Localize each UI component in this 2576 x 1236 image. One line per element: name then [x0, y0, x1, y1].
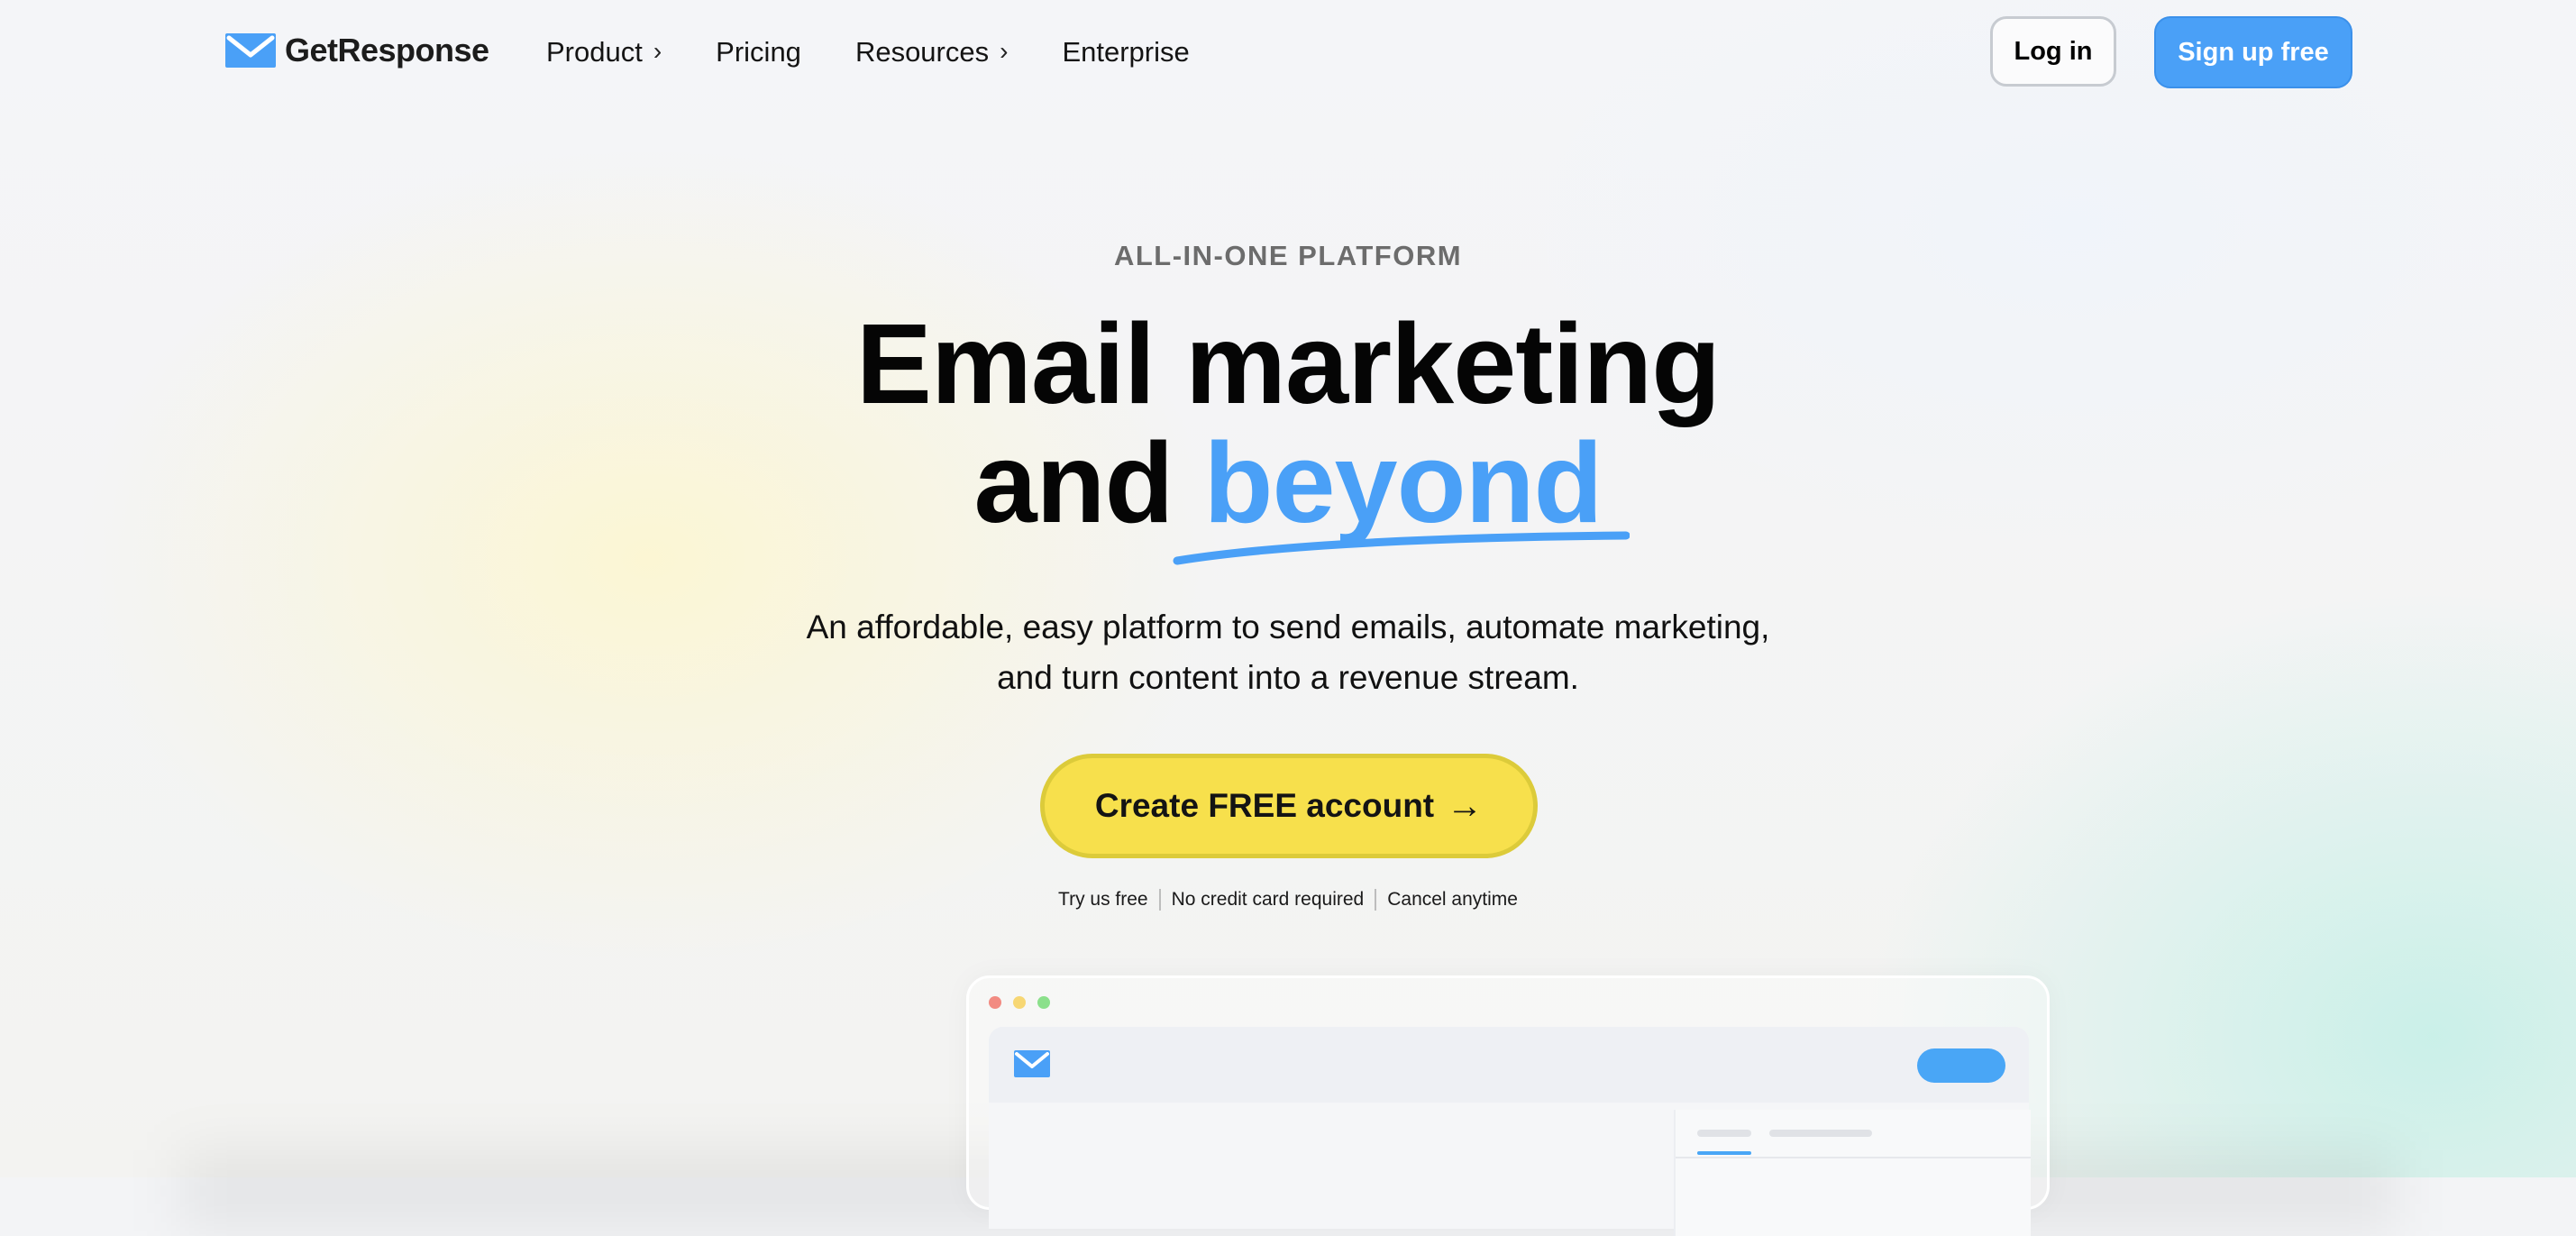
main-menu: Product › Pricing Resources › Enterprise [546, 32, 1244, 72]
top-navigation: GetResponse Product › Pricing Resources … [0, 0, 2576, 105]
trust-item: Cancel anytime [1387, 889, 1518, 910]
chevron-right-icon: › [653, 37, 662, 65]
subtext-line-1: An affordable, easy platform to send ema… [806, 609, 1770, 645]
preview-header [989, 1027, 2029, 1103]
window-controls [989, 996, 1062, 1009]
divider [1158, 889, 1161, 911]
arrow-right-icon: → [1447, 785, 1484, 826]
logo-wordmark: GetResponse [285, 32, 489, 69]
preview-divider [1676, 1157, 2031, 1158]
nav-item-enterprise[interactable]: Enterprise [1062, 36, 1189, 69]
envelope-logo-icon [225, 33, 276, 68]
hero-subtext: An affordable, easy platform to send ema… [0, 602, 2576, 703]
nav-item-pricing[interactable]: Pricing [716, 36, 801, 69]
app-preview-window [966, 975, 2050, 1236]
window-dot-green [1037, 996, 1050, 1009]
preview-active-tab [1697, 1151, 1751, 1155]
preview-body [989, 1103, 2031, 1236]
login-button[interactable]: Log in [1990, 16, 2116, 87]
window-dot-red [989, 996, 1001, 1009]
window-dot-yellow [1013, 996, 1026, 1009]
nav-item-label: Resources [854, 36, 990, 68]
brush-underline [1173, 531, 1630, 565]
cta-label: Create FREE account [1094, 787, 1435, 824]
nav-item-resources[interactable]: Resources › [855, 36, 1009, 69]
envelope-logo-icon [1014, 1050, 1050, 1077]
nav-item-product[interactable]: Product › [546, 36, 662, 69]
getresponse-logo[interactable]: GetResponse [225, 32, 489, 69]
hero-headline: Email marketing and beyond [0, 305, 2576, 543]
divider [1375, 889, 1377, 911]
create-free-account-button[interactable]: Create FREE account → [1040, 754, 1538, 858]
preview-button [1917, 1048, 2005, 1083]
headline-line-2-prefix: and [973, 419, 1174, 546]
signup-button[interactable]: Sign up free [2154, 16, 2352, 88]
nav-item-label: Product [546, 36, 643, 68]
preview-placeholder-line [1769, 1130, 1872, 1137]
trust-item: Try us free [1058, 889, 1148, 910]
preview-app-frame [989, 1027, 2031, 1236]
hero-eyebrow: ALL-IN-ONE PLATFORM [1113, 240, 1463, 271]
preview-side-panel [1674, 1110, 2031, 1236]
chevron-right-icon: › [1000, 37, 1009, 65]
preview-placeholder-line [1697, 1130, 1751, 1137]
headline-line-1: Email marketing [855, 300, 1721, 427]
trust-item: No credit card required [1171, 889, 1365, 910]
nav-item-label: Enterprise [1062, 36, 1190, 68]
trust-line: Try us free No credit card required Canc… [0, 889, 2576, 911]
subtext-line-2: and turn content into a revenue stream. [997, 659, 1579, 696]
nav-item-label: Pricing [716, 36, 801, 68]
